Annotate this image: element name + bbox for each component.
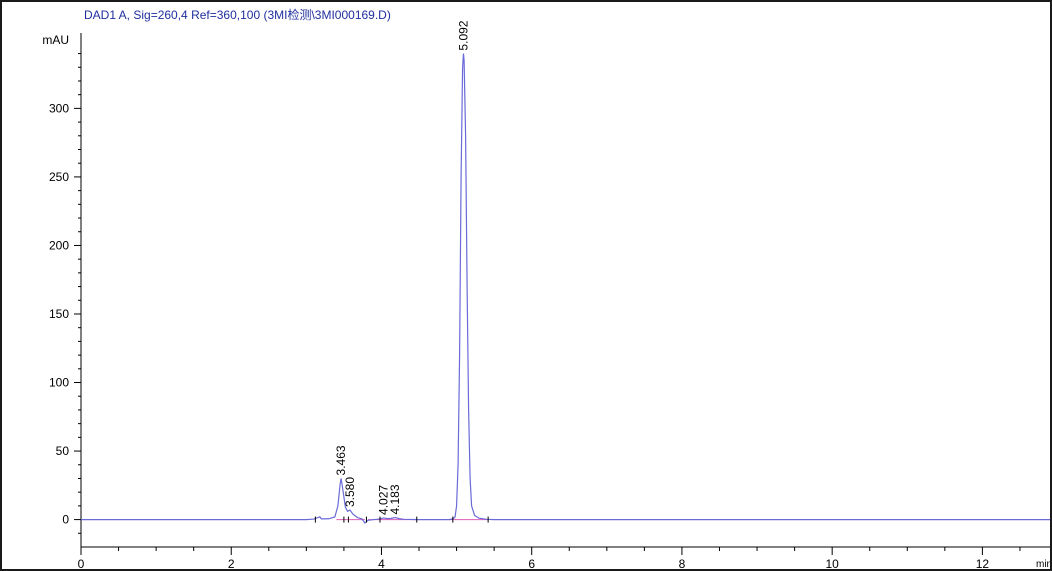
x-tick-label: 2 [228,557,235,569]
y-tick-label: 300 [49,101,69,115]
chart-frame: DAD1 A, Sig=260,4 Ref=360,100 (3MI检测\3MI… [0,0,1052,571]
y-tick-label: 50 [56,444,70,458]
y-tick-label: 250 [49,170,69,184]
peak-retention-label: 3.463 [334,445,348,475]
y-tick-label: 150 [49,307,69,321]
signal-trace [81,53,1050,524]
x-axis-unit-label: min [1036,559,1050,569]
x-tick-label: 0 [78,557,85,569]
y-tick-label: 200 [49,238,69,252]
y-axis-unit-label: mAU [42,33,69,47]
peak-labels: 3.4633.580 4.0274.1835.092 [334,20,470,515]
peak-retention-label: 3.580 [343,477,357,507]
x-tick-label: 6 [528,557,535,569]
y-tick-label: 0 [62,513,69,527]
peak-retention-label: 5.092 [456,20,470,50]
chromatogram-plot: 0 50 100 150 200 250 300 mAU 0 2 4 6 8 10 12 min 3.463 3… [42,20,1050,569]
x-tick-label: 12 [976,557,990,569]
axes: 0 50 100 150 200 250 300 mAU 0 2 4 6 8 10 12 min [42,33,1050,569]
x-tick-label: 10 [825,557,839,569]
x-tick-label: 4 [378,557,385,569]
peak-retention-label: 4.183 [388,484,402,514]
y-tick-label: 100 [49,376,69,390]
series-line [81,53,1050,524]
x-tick-label: 8 [679,557,686,569]
